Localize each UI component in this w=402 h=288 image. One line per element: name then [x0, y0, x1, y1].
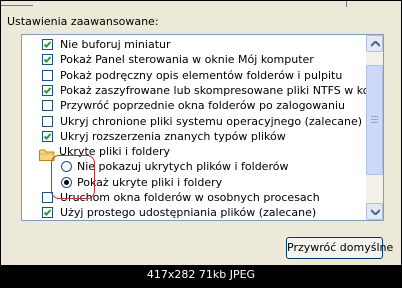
- scroll-down-button[interactable]: [366, 203, 383, 220]
- top-divider: [1, 1, 401, 7]
- scroll-thumb[interactable]: [366, 65, 383, 175]
- setting-label: Nie pokazuj ukrytych plików i folderów: [77, 160, 289, 174]
- setting-row[interactable]: Ukryj rozszerzenia znanych typów plików: [22, 129, 364, 145]
- dialog-panel: Ustawienia zaawansowane: Nie buforuj min…: [1, 1, 401, 265]
- setting-label: Pokaż Panel sterowania w oknie Mój kompu…: [60, 53, 314, 67]
- setting-label: Nie buforuj miniatur: [60, 38, 171, 51]
- highlight-annotation: [51, 155, 95, 199]
- setting-label: Uruchom okna folderów w osobnych procesa…: [60, 191, 320, 204]
- restore-defaults-button[interactable]: Przywróć domyślne: [286, 237, 393, 259]
- advanced-settings-label: Ustawienia zaawansowane:: [7, 15, 159, 28]
- setting-checkbox[interactable]: [42, 130, 53, 142]
- checkmark-icon: [43, 56, 52, 64]
- setting-label: Ukryj chronione pliki systemu operacyjne…: [60, 114, 363, 128]
- setting-row[interactable]: Pokaż podręczny opis elementów folderów …: [22, 68, 364, 84]
- scroll-down-arrow-icon: [371, 209, 380, 215]
- image-caption: 417x282 71kb JPEG: [146, 268, 256, 281]
- setting-label: Użyj prostego udostępniania plików (zale…: [60, 206, 317, 220]
- setting-checkbox[interactable]: [42, 69, 53, 81]
- setting-label: Pokaż ukryte pliki i foldery: [77, 175, 223, 189]
- setting-label: Pokaż podręczny opis elementów folderów …: [60, 68, 343, 82]
- setting-label: Pokaż zaszyfrowane lub skompresowane pli…: [60, 83, 384, 97]
- setting-checkbox[interactable]: [42, 39, 53, 50]
- scroll-up-arrow-icon: [371, 41, 380, 47]
- vertical-scrollbar[interactable]: [366, 35, 383, 220]
- setting-row[interactable]: Pokaż zaszyfrowane lub skompresowane pli…: [22, 83, 383, 99]
- checkmark-icon: [43, 87, 52, 94]
- setting-row[interactable]: Użyj prostego udostępniania plików (zale…: [22, 205, 364, 220]
- checkmark-icon: [43, 41, 52, 48]
- checkmark-icon: [43, 133, 52, 140]
- setting-label: Ukryj rozszerzenia znanych typów plików: [60, 129, 286, 143]
- checkmark-icon: [43, 209, 52, 217]
- setting-row[interactable]: Ukryj chronione pliki systemu operacyjne…: [22, 114, 364, 130]
- setting-row[interactable]: Nie buforuj miniatur: [22, 37, 364, 53]
- setting-row[interactable]: Przywróć poprzednie okna folderów po zal…: [22, 98, 364, 114]
- setting-label: Przywróć poprzednie okna folderów po zal…: [60, 99, 346, 113]
- setting-checkbox[interactable]: [42, 207, 53, 219]
- setting-row[interactable]: Pokaż Panel sterowania w oknie Mój kompu…: [22, 52, 364, 68]
- scroll-up-button[interactable]: [366, 35, 383, 52]
- setting-checkbox[interactable]: [42, 100, 53, 112]
- setting-checkbox[interactable]: [42, 54, 53, 66]
- setting-checkbox[interactable]: [42, 115, 53, 127]
- setting-checkbox[interactable]: [42, 84, 53, 96]
